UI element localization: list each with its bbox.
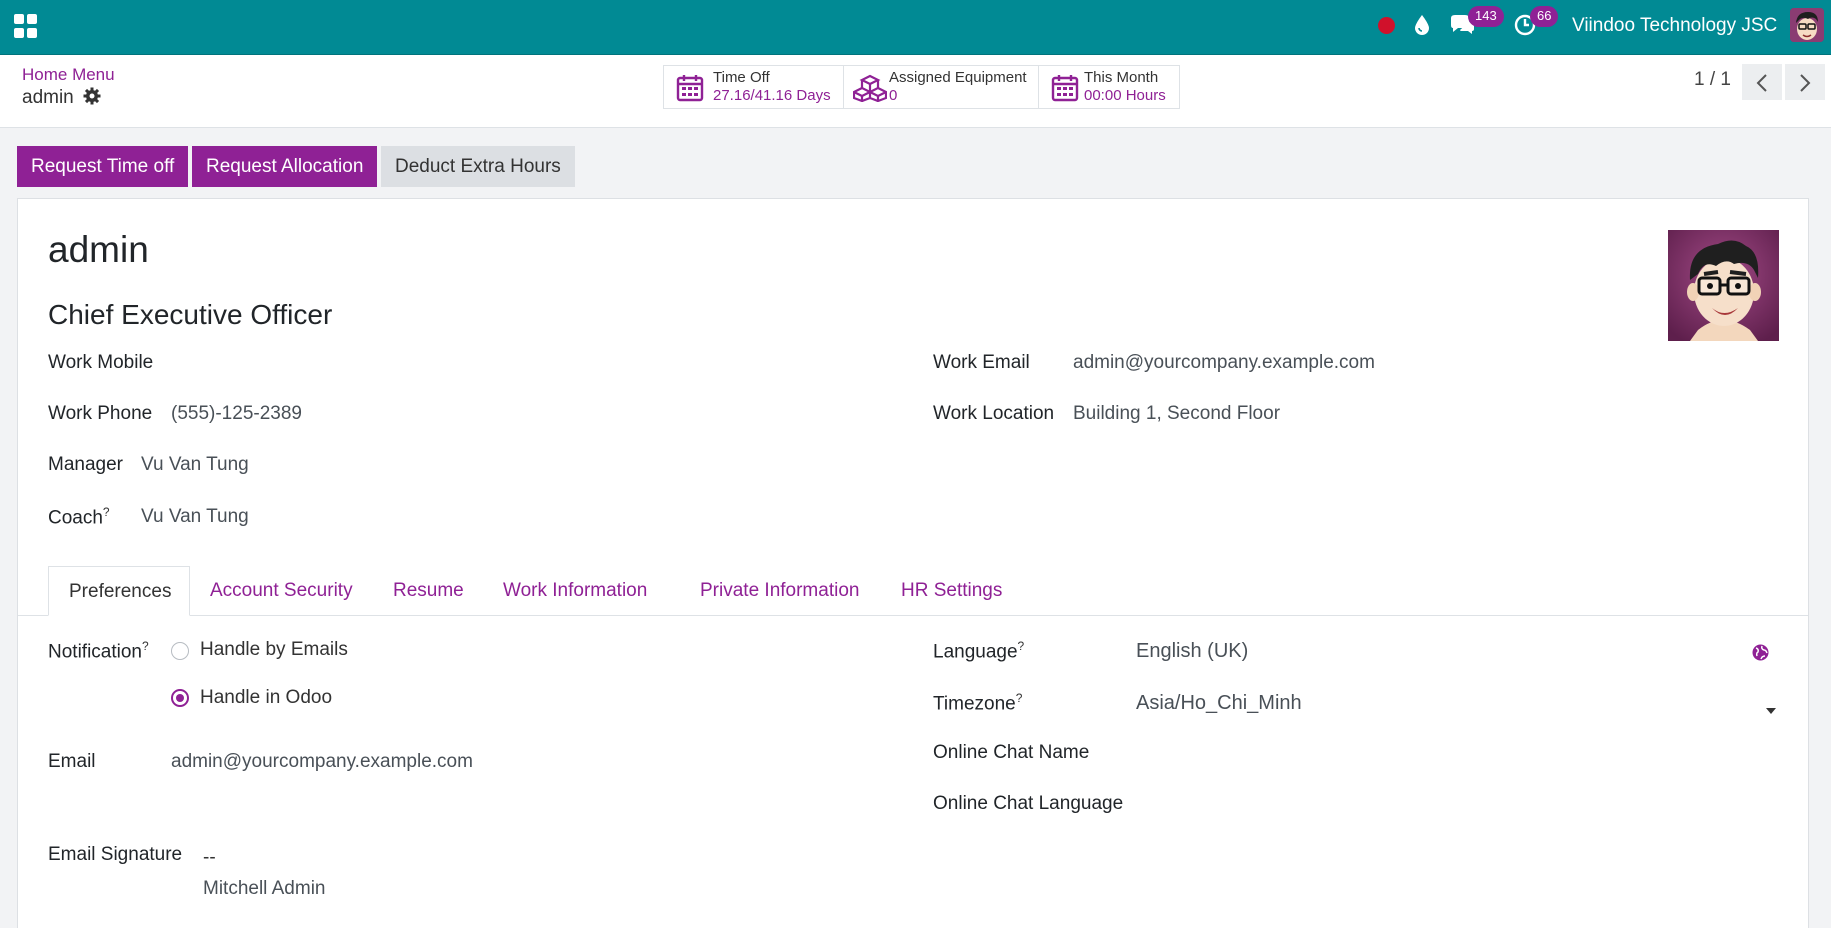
this-month-value: 00:00 Hours [1084, 87, 1166, 104]
tab-preferences[interactable]: Preferences [48, 566, 190, 616]
notification-label: Notification? [48, 639, 149, 663]
language-select[interactable]: English (UK) [1136, 640, 1248, 663]
tab-hr-settings[interactable]: HR Settings [881, 566, 1022, 616]
work-location-label: Work Location [933, 403, 1055, 424]
top-navbar: 143 66 Viindoo Technology JSC [0, 0, 1831, 55]
chevron-right-icon [1800, 74, 1811, 92]
caret-down-icon[interactable] [1766, 699, 1776, 719]
cubes-icon [853, 74, 887, 102]
work-email-input[interactable]: admin@yourcompany.example.com [1073, 352, 1375, 374]
employee-form-sheet: admin Chief Executive Officer Work Mobil… [17, 198, 1809, 928]
help-tooltip-icon[interactable]: ? [142, 639, 149, 653]
breadcrumb-current: admin [22, 87, 74, 108]
help-tooltip-icon[interactable]: ? [1018, 639, 1025, 653]
time-off-value: 27.16/41.16 Days [713, 87, 831, 104]
tab-resume[interactable]: Resume [373, 566, 484, 616]
work-email-label: Work Email [933, 352, 1030, 373]
email-input[interactable]: admin@yourcompany.example.com [171, 751, 473, 773]
work-phone-label: Work Phone [48, 403, 153, 424]
request-allocation-button[interactable]: Request Allocation [192, 146, 378, 187]
email-signature-line1[interactable]: -- [203, 847, 216, 869]
chevron-left-icon [1756, 74, 1767, 92]
theme-drop-icon[interactable] [1414, 14, 1430, 38]
time-off-label: Time Off [713, 69, 770, 86]
apps-menu-icon[interactable] [14, 14, 38, 38]
request-time-off-button[interactable]: Request Time off [17, 146, 189, 187]
online-chat-name-label: Online Chat Name [933, 742, 1090, 763]
employee-name[interactable]: admin [48, 229, 149, 271]
email-signature-label: Email Signature [48, 844, 183, 865]
assigned-equipment-smart-button[interactable]: Assigned Equipment 0 [844, 66, 1039, 108]
pager-next-button[interactable] [1785, 64, 1825, 100]
recording-icon[interactable] [1378, 17, 1395, 34]
this-month-label: This Month [1084, 69, 1159, 86]
manager-label: Manager [48, 454, 123, 475]
deduct-extra-hours-button[interactable]: Deduct Extra Hours [381, 146, 575, 187]
globe-icon[interactable] [1752, 644, 1769, 666]
help-tooltip-icon[interactable]: ? [103, 505, 110, 519]
gear-icon[interactable] [83, 87, 101, 107]
job-title[interactable]: Chief Executive Officer [48, 299, 332, 331]
calendar-icon [676, 75, 704, 102]
equipment-label: Assigned Equipment [889, 69, 1027, 86]
activities-count-badge: 66 [1530, 6, 1559, 27]
coach-label: Coach? [48, 505, 110, 529]
help-tooltip-icon[interactable]: ? [1016, 691, 1023, 705]
company-switcher[interactable]: Viindoo Technology JSC [1572, 14, 1777, 38]
equipment-value: 0 [889, 87, 898, 104]
timezone-label: Timezone? [933, 691, 1023, 715]
this-month-smart-button[interactable]: This Month 00:00 Hours [1039, 66, 1179, 108]
notification-radio-email[interactable] [171, 642, 189, 660]
online-chat-language-label: Online Chat Language [933, 793, 1124, 814]
notification-option-email[interactable]: Handle by Emails [200, 639, 348, 661]
form-tabs: Preferences Account Security Resume Work… [18, 566, 1808, 616]
calendar-icon [1051, 75, 1079, 102]
timezone-select[interactable]: Asia/Ho_Chi_Minh [1136, 692, 1302, 715]
work-phone-input[interactable]: (555)-125-2389 [171, 403, 302, 425]
coach-field[interactable]: Vu Van Tung [141, 506, 249, 528]
employee-photo[interactable] [1668, 230, 1779, 341]
email-label: Email [48, 751, 96, 772]
tab-private-information[interactable]: Private Information [680, 566, 879, 616]
manager-field[interactable]: Vu Van Tung [141, 454, 249, 476]
language-label: Language? [933, 639, 1025, 663]
tab-account-security[interactable]: Account Security [190, 566, 373, 616]
email-signature-line2[interactable]: Mitchell Admin [203, 878, 326, 900]
notification-radio-odoo[interactable] [171, 689, 189, 707]
smart-buttons: Time Off 27.16/41.16 Days Assigned Equip… [663, 65, 1180, 109]
pager-value[interactable]: 1 / 1 [1694, 69, 1731, 91]
time-off-smart-button[interactable]: Time Off 27.16/41.16 Days [664, 66, 844, 108]
tab-work-information[interactable]: Work Information [483, 566, 667, 616]
breadcrumb-home-menu[interactable]: Home Menu [22, 65, 115, 85]
work-mobile-label: Work Mobile [48, 352, 154, 373]
work-location-field[interactable]: Building 1, Second Floor [1073, 403, 1280, 425]
pager-previous-button[interactable] [1742, 64, 1782, 100]
user-avatar[interactable] [1790, 8, 1824, 42]
messages-count-badge: 143 [1468, 6, 1504, 27]
control-panel: Home Menu admin Time Off 27.16/41.16 Day… [0, 55, 1831, 128]
notification-option-odoo[interactable]: Handle in Odoo [200, 687, 332, 709]
